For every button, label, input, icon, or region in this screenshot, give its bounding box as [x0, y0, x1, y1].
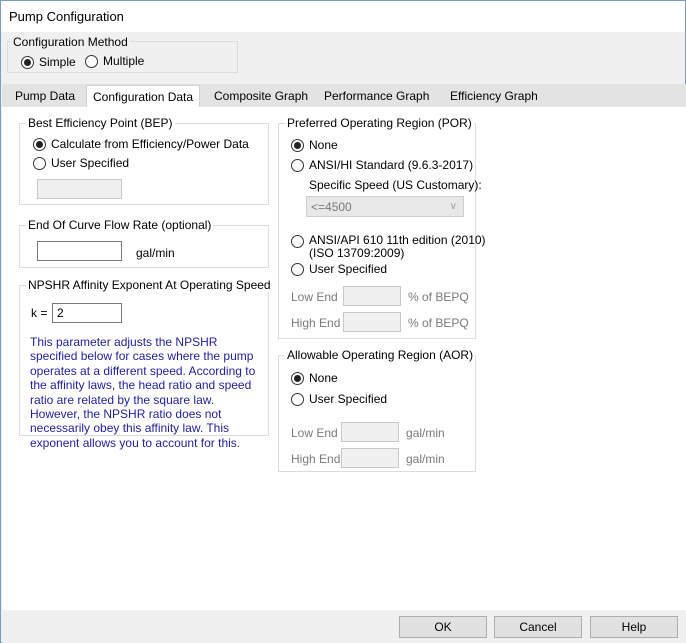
ok-button[interactable]: OK — [399, 616, 487, 638]
radio-por-user[interactable]: User Specified — [291, 262, 387, 276]
eoc-flow-input[interactable] — [37, 241, 122, 261]
tab-efficiency-graph-label: Efficiency Graph — [450, 89, 538, 103]
radio-por-api-label-line2: (ISO 13709:2009) — [309, 246, 405, 260]
k-exponent-input[interactable]: 2 — [52, 303, 122, 323]
tab-pump-data[interactable]: Pump Data — [15, 89, 75, 103]
por-low-end-label: Low End — [291, 290, 338, 304]
specific-speed-select[interactable]: <=4500 ∨ — [306, 196, 464, 217]
tab-composite-graph[interactable]: Composite Graph — [214, 89, 308, 103]
button-bar — [2, 610, 686, 643]
radio-aor-user-indicator[interactable] — [291, 392, 304, 406]
radio-aor-none[interactable]: None — [291, 371, 338, 385]
aor-high-end-label: High End — [291, 452, 341, 466]
radio-multiple-indicator[interactable] — [85, 54, 98, 68]
radio-por-user-indicator[interactable] — [291, 262, 304, 276]
aor-high-end-field[interactable] — [341, 448, 399, 468]
radio-por-api-label: ANSI/API 610 11th edition (2010) (ISO 13… — [309, 234, 486, 260]
eoc-label: End Of Curve Flow Rate (optional) — [26, 218, 214, 232]
aor-high-end-unit: gal/min — [406, 452, 445, 466]
chevron-down-icon: ∨ — [449, 201, 457, 212]
radio-bep-calculate-indicator[interactable] — [33, 137, 46, 151]
radio-multiple-label: Multiple — [103, 54, 145, 68]
por-low-end-field[interactable] — [343, 286, 401, 306]
specific-speed-label: Specific Speed (US Customary): — [309, 178, 482, 192]
eoc-unit: gal/min — [136, 246, 175, 260]
bep-label: Best Efficiency Point (BEP) — [26, 116, 175, 130]
tab-composite-graph-label: Composite Graph — [214, 89, 309, 103]
radio-por-api[interactable]: ANSI/API 610 11th edition (2010) (ISO 13… — [291, 234, 486, 260]
tab-efficiency-graph[interactable]: Efficiency Graph — [450, 89, 538, 103]
radio-multiple[interactable]: Multiple — [85, 54, 144, 68]
por-label: Preferred Operating Region (POR) — [285, 116, 474, 130]
cancel-button[interactable]: Cancel — [494, 616, 582, 638]
radio-por-ansi-hi-indicator[interactable] — [291, 158, 304, 172]
por-group — [278, 123, 476, 339]
por-low-end-unit: % of BEPQ — [408, 290, 469, 304]
radio-simple-label: Simple — [39, 55, 76, 69]
window-title: Pump Configuration — [9, 9, 124, 24]
tab-performance-graph-label: Performance Graph — [324, 89, 430, 103]
tab-configuration-data[interactable]: Configuration Data — [86, 85, 201, 109]
pump-configuration-window: Pump Configuration Configuration Method … — [0, 0, 686, 643]
aor-low-end-unit: gal/min — [406, 426, 445, 440]
radio-aor-none-indicator[interactable] — [291, 371, 304, 385]
aor-low-end-field[interactable] — [341, 422, 399, 442]
por-high-end-unit: % of BEPQ — [408, 316, 469, 330]
radio-por-api-label-line1: ANSI/API 610 11th edition (2010) — [309, 233, 486, 247]
radio-por-user-label: User Specified — [309, 262, 388, 276]
config-method-label: Configuration Method — [11, 35, 130, 49]
radio-simple[interactable]: Simple — [21, 55, 76, 69]
radio-simple-indicator[interactable] — [21, 55, 34, 69]
radio-bep-user-indicator[interactable] — [33, 156, 46, 170]
npshr-help-note: This parameter adjusts the NPSHR specifi… — [30, 335, 256, 450]
por-high-end-label: High End — [291, 316, 341, 330]
radio-aor-none-label: None — [309, 371, 338, 385]
radio-por-none-label: None — [309, 138, 338, 152]
radio-bep-user[interactable]: User Specified — [33, 156, 129, 170]
radio-por-ansi-hi[interactable]: ANSI/HI Standard (9.6.3-2017) — [291, 158, 473, 172]
tab-pump-data-label: Pump Data — [15, 89, 76, 103]
aor-label: Allowable Operating Region (AOR) — [285, 348, 476, 362]
por-high-end-field[interactable] — [343, 312, 401, 332]
bep-value-field[interactable] — [37, 179, 122, 199]
radio-bep-user-label: User Specified — [51, 156, 130, 170]
npshr-label: NPSHR Affinity Exponent At Operating Spe… — [26, 278, 273, 292]
radio-por-none[interactable]: None — [291, 138, 338, 152]
radio-aor-user[interactable]: User Specified — [291, 392, 387, 406]
radio-por-ansi-hi-label: ANSI/HI Standard (9.6.3-2017) — [309, 158, 474, 172]
specific-speed-value: <=4500 — [311, 200, 352, 214]
radio-bep-calculate[interactable]: Calculate from Efficiency/Power Data — [33, 137, 249, 151]
k-label: k = — [31, 306, 48, 320]
title-bar: Pump Configuration — [1, 1, 685, 32]
help-button[interactable]: Help — [590, 616, 678, 638]
radio-aor-user-label: User Specified — [309, 392, 388, 406]
radio-por-none-indicator[interactable] — [291, 138, 304, 152]
radio-bep-calculate-label: Calculate from Efficiency/Power Data — [51, 137, 249, 151]
tab-configuration-data-label: Configuration Data — [93, 90, 194, 104]
radio-por-api-indicator[interactable] — [291, 235, 304, 248]
aor-low-end-label: Low End — [291, 426, 338, 440]
tab-performance-graph[interactable]: Performance Graph — [324, 89, 429, 103]
